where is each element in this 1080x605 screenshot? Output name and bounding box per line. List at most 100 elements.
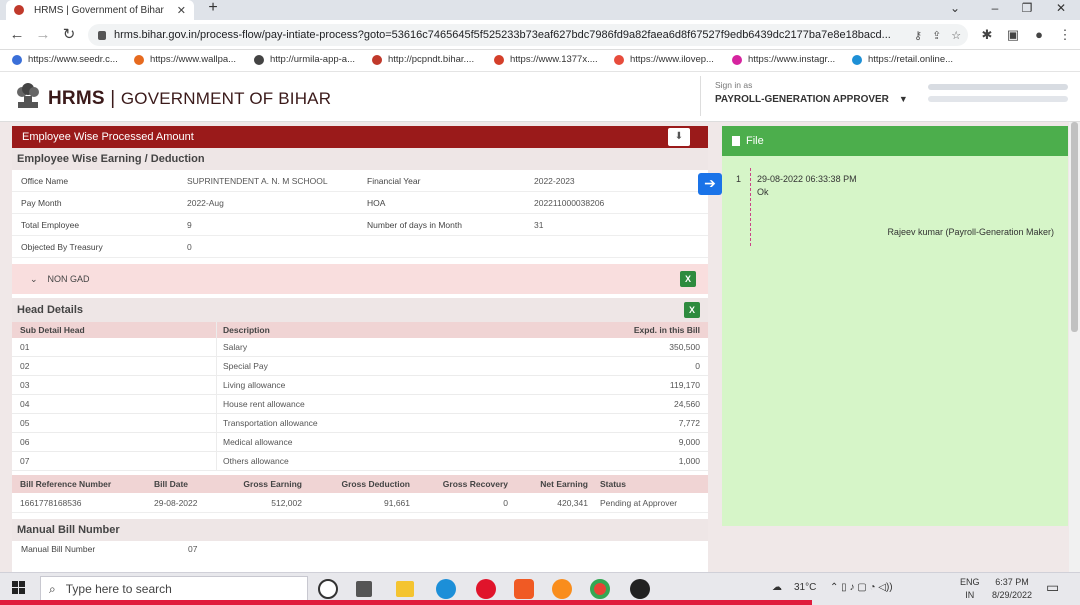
bookmark-star-icon[interactable]: ☆ [951, 29, 961, 42]
col-description: Description [223, 325, 270, 335]
expd-amount: 350,500 [669, 342, 700, 352]
page-scrollbar[interactable] [1069, 122, 1080, 572]
language-indicator[interactable]: ENG IN [960, 576, 980, 602]
bookmark-item[interactable]: https://retail.online... [852, 54, 953, 65]
tab-search-icon[interactable]: ⌄ [940, 0, 970, 18]
cortana-icon[interactable] [318, 579, 338, 599]
info-value: 202211000038206 [534, 197, 605, 208]
forward-icon[interactable]: → [34, 26, 52, 44]
bookmark-favicon-icon [254, 54, 264, 65]
manual-bill-row: Manual Bill Number 07 [12, 541, 708, 557]
forward-arrow-button[interactable]: ➔ [698, 173, 722, 195]
file-explorer-icon[interactable] [396, 581, 414, 597]
table-header: Bill Reference Number Bill Date Gross Earn… [12, 475, 708, 493]
edge-icon[interactable] [436, 579, 456, 599]
new-tab-button[interactable]: + [204, 0, 222, 18]
weather-icon[interactable]: ☁ [772, 582, 782, 593]
brand-title[interactable]: HRMS | GOVERNMENT OF BIHAR [48, 88, 331, 110]
task-view-icon[interactable] [356, 581, 372, 597]
bookmark-item[interactable]: https://www.instagr... [732, 54, 835, 65]
opera-icon[interactable] [476, 579, 496, 599]
bookmark-favicon-icon [852, 54, 862, 65]
url-text: hrms.bihar.gov.in/process-flow/pay-intia… [114, 29, 891, 41]
bookmark-item[interactable]: https://www.seedr.c... [12, 54, 118, 65]
expd-amount: 1,000 [678, 456, 700, 466]
browser-tabbar: HRMS | Government of Bihar ✕ + ⌄ – ❐ ✕ [0, 0, 1080, 20]
info-label: Financial Year [367, 175, 421, 186]
back-icon[interactable]: ← [8, 26, 26, 44]
sub-detail-code: 03 [12, 376, 217, 394]
col-expd: Expd. in this Bill [633, 325, 700, 335]
section-title: Employee Wise Earning / Deduction [12, 148, 708, 170]
user-info-blur [928, 84, 1068, 90]
minimize-icon[interactable]: – [980, 0, 1010, 18]
employee-wise-panel: Employee Wise Processed Amount ⬇ Employe… [12, 126, 708, 572]
sub-detail-code: 05 [12, 414, 217, 432]
info-label: Objected By Treasury [21, 241, 103, 252]
panel-title: Employee Wise Processed Amount [22, 131, 194, 143]
temperature[interactable]: 31°C [794, 582, 816, 593]
taskbar-search-box[interactable]: ⌕ Type here to search [40, 576, 308, 602]
bookmark-favicon-icon [12, 54, 22, 65]
col-gross-deduction: Gross Deduction [341, 479, 410, 489]
bookmark-favicon-icon [732, 54, 742, 65]
file-panel-title: File [746, 135, 764, 147]
bookmark-item[interactable]: https://www.1377x.... [494, 54, 598, 65]
excel-export-icon[interactable]: X [680, 271, 696, 287]
url-field[interactable]: hrms.bihar.gov.in/process-flow/pay-intia… [88, 24, 968, 46]
excel-export-icon[interactable]: X [684, 302, 700, 318]
chrome-icon[interactable] [590, 579, 610, 599]
bookmark-item[interactable]: https://www.ilovep... [614, 54, 714, 65]
info-row: Total Employee 9 Number of days in Month 31 [12, 214, 708, 236]
user-info-blur [928, 96, 1068, 102]
bookmark-item[interactable]: http://pcpndt.bihar.... [372, 54, 474, 65]
profile-icon[interactable]: ● [1030, 26, 1048, 44]
bookmark-label: https://www.wallpa... [150, 54, 237, 65]
col-bill-ref: Bill Reference Number [20, 479, 112, 489]
timeline-index: 1 [736, 174, 742, 184]
brand-government: GOVERNMENT OF BIHAR [120, 89, 332, 108]
sub-detail-code: 02 [12, 357, 217, 375]
head-details-label: Head Details [17, 304, 84, 316]
restore-icon[interactable]: ❐ [1012, 0, 1042, 18]
expd-amount: 24,560 [674, 399, 700, 409]
browser-menu-icon[interactable]: ⋮ [1056, 26, 1074, 44]
bookmark-label: https://www.ilovep... [630, 54, 714, 65]
bookmark-item[interactable]: http://urmila-app-a... [254, 54, 355, 65]
col-sub-detail-head: Sub Detail Head [12, 322, 217, 338]
window-close-icon[interactable]: ✕ [1046, 0, 1076, 18]
sub-detail-code: 01 [12, 338, 217, 356]
expd-amount: 0 [695, 361, 700, 371]
sidepanel-icon[interactable]: ▣ [1004, 26, 1022, 44]
download-icon[interactable]: ⬇ [668, 128, 690, 146]
expd-amount: 7,772 [678, 418, 700, 428]
extensions-icon[interactable]: ✱ [978, 26, 996, 44]
key-icon[interactable]: ⚷ [914, 29, 922, 42]
firefox-icon[interactable] [552, 579, 572, 599]
file-panel: File 1 29-08-2022 06:33:38 PM Ok Rajeev … [722, 126, 1068, 526]
bill-date-value: 29-08-2022 [154, 497, 198, 508]
tray-icons[interactable]: ⌃ ▯ ♪ ▢ ◔ ◁)) [830, 582, 893, 593]
system-clock[interactable]: 6:37 PM 8/29/2022 [992, 576, 1032, 602]
signin-menu[interactable]: Sign in as PAYROLL-GENERATION APPROVER ▼ [700, 76, 908, 116]
non-gad-accordion[interactable]: ⌄ NON GAD X [12, 264, 708, 294]
share-icon[interactable]: ⇪ [932, 29, 941, 42]
info-label: HOA [367, 197, 386, 208]
gross-deduction-value: 91,661 [384, 497, 410, 508]
windows-start-icon[interactable] [12, 581, 26, 595]
notifications-icon[interactable]: ▭ [1046, 579, 1059, 596]
brave-icon[interactable] [514, 579, 534, 599]
bookmark-favicon-icon [614, 54, 624, 65]
browser-tab[interactable]: HRMS | Government of Bihar ✕ [6, 0, 194, 20]
col-net-earning: Net Earning [540, 479, 588, 489]
app-icon[interactable] [630, 579, 650, 599]
reload-icon[interactable]: ↻ [60, 26, 78, 44]
non-gad-label: NON GAD [47, 274, 90, 284]
bookmark-label: http://urmila-app-a... [270, 54, 356, 65]
file-panel-header: File [722, 126, 1068, 156]
bookmark-item[interactable]: https://www.wallpa... [134, 54, 236, 65]
scrollbar-thumb[interactable] [1071, 122, 1078, 332]
brand-separator: | [110, 88, 116, 109]
address-bar-row: ← → ↻ hrms.bihar.gov.in/process-flow/pay… [0, 20, 1080, 50]
tab-close-icon[interactable]: ✕ [177, 4, 186, 17]
